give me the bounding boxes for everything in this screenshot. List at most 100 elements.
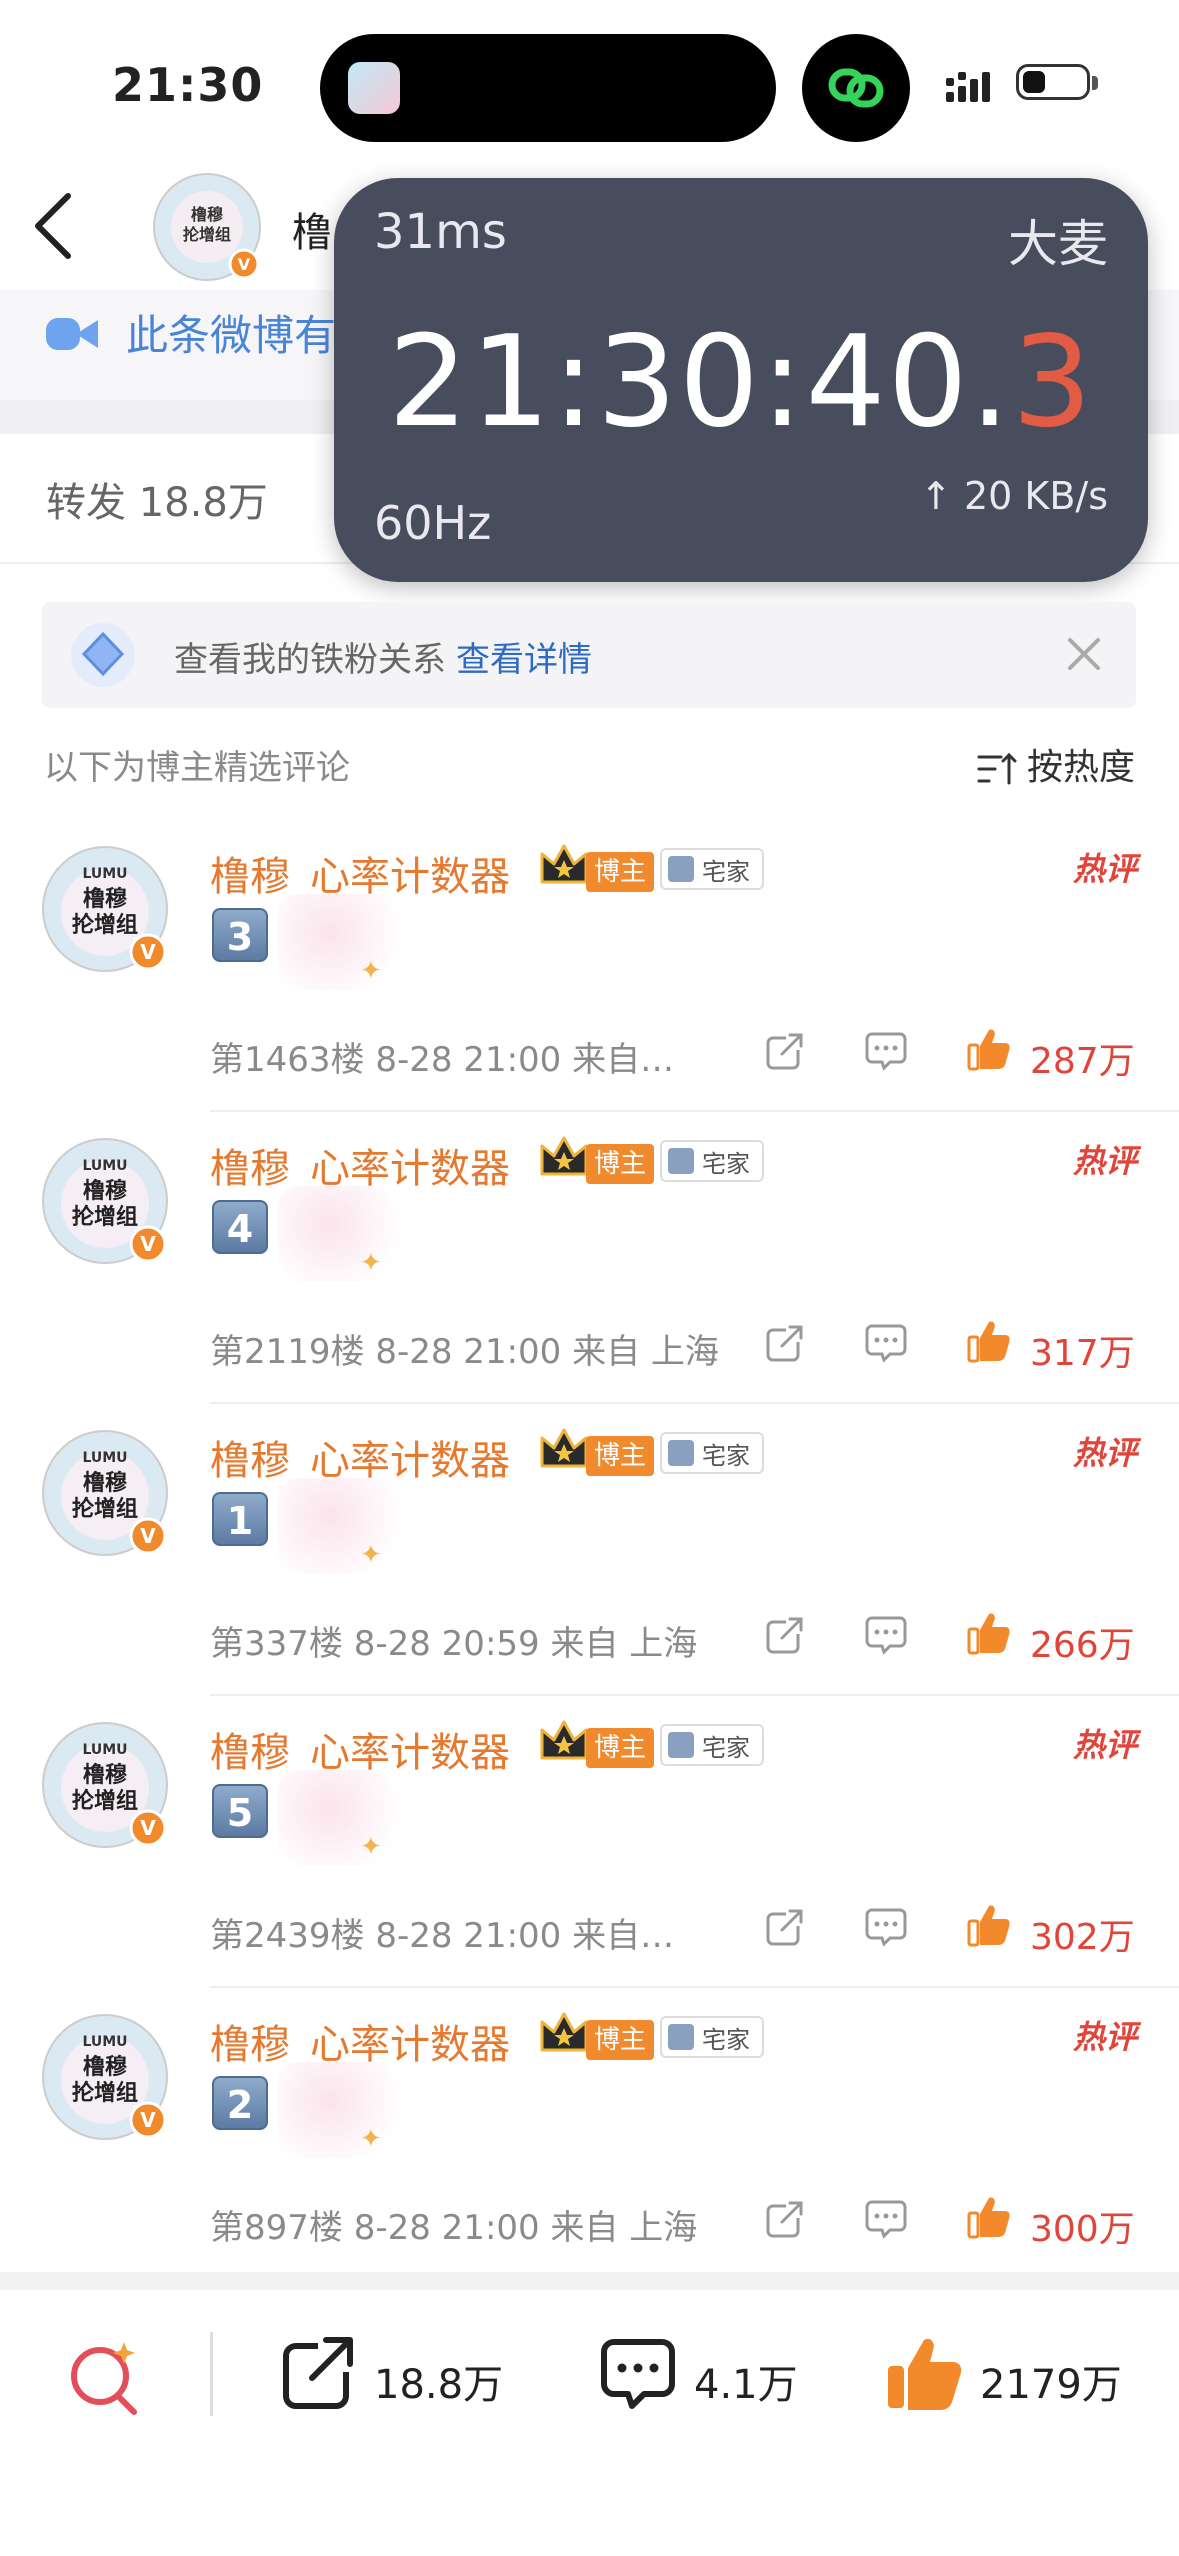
svg-text:橹穆: 橹穆 [83, 1178, 127, 1204]
close-icon[interactable] [1062, 632, 1106, 676]
status-bar: 21:30 [0, 0, 1179, 170]
comment-meta: 第1463楼 8-28 21:00 来自… [210, 1040, 675, 1080]
like-icon[interactable] [966, 1902, 1012, 1952]
blogger-badge: 博主 [586, 1728, 655, 1768]
svg-text:LUMU: LUMU [82, 1158, 127, 1174]
overlay-app-name: 大麦 [1008, 215, 1108, 273]
number-emoji: 2 [212, 2076, 268, 2130]
header-avatar[interactable]: 橹穆 抡增组 V [152, 172, 262, 282]
crown-icon [538, 840, 590, 892]
reply-icon[interactable] [864, 2198, 908, 2244]
like-count: 266万 [1030, 1625, 1135, 1666]
share-icon[interactable] [764, 1906, 806, 1952]
sticker-star-icon: ✦ [360, 1540, 382, 1570]
blogger-badge: 博主 [586, 1144, 655, 1184]
like-icon[interactable] [966, 1610, 1012, 1660]
dynamic-island[interactable] [320, 34, 776, 142]
svg-text:V: V [140, 2108, 156, 2132]
sticker-image[interactable] [278, 2062, 408, 2158]
commenter-avatar[interactable]: LUMU 橹穆 抡增组 V [40, 2012, 170, 2142]
overlay-clock-main: 21:30:40. [387, 308, 1012, 455]
like-count: 2179万 [980, 2362, 1122, 2408]
number-emoji: 1 [212, 1492, 268, 1546]
calendar-icon [668, 2024, 694, 2050]
calendar-icon [668, 1732, 694, 1758]
header-username[interactable]: 橹 [292, 200, 332, 258]
search-icon[interactable] [66, 2336, 146, 2420]
link-icon[interactable] [802, 34, 910, 142]
fans-link[interactable]: 查看详情 [456, 640, 592, 680]
clock-overlay[interactable]: 31ms 大麦 21:30:40.3 60Hz ↑ 20 KB/s [334, 178, 1148, 582]
sticker-star-icon: ✦ [360, 956, 382, 986]
sticker-star-icon: ✦ [360, 2124, 382, 2154]
svg-text:抡增组: 抡增组 [72, 1788, 138, 1814]
battery-tip [1092, 76, 1098, 90]
svg-text:V: V [140, 1524, 156, 1548]
bottom-gap [0, 2272, 1179, 2290]
commenter-avatar[interactable]: LUMU 橹穆 抡增组 V [40, 844, 170, 974]
comment-item[interactable]: LUMU 橹穆 抡增组 V 橹穆_心率计数器 博主 宅家 热评 5 ✦ 第2439楼 8-28 21… [0, 1696, 1179, 1988]
svg-text:橹穆: 橹穆 [191, 205, 223, 224]
like-count: 302万 [1030, 1917, 1135, 1958]
fans-text: 查看我的铁粉关系 查看详情 [174, 632, 592, 681]
home-badge: 宅家 [660, 848, 764, 890]
back-icon[interactable] [30, 190, 78, 262]
share-icon[interactable] [764, 2198, 806, 2244]
sticker-image[interactable] [278, 894, 408, 990]
signal-icon [946, 72, 990, 102]
share-icon[interactable] [764, 1614, 806, 1660]
reply-icon[interactable] [864, 1614, 908, 1660]
number-emoji: 4 [212, 1200, 268, 1254]
calendar-icon [668, 1440, 694, 1466]
commenter-avatar[interactable]: LUMU 橹穆 抡增组 V [40, 1428, 170, 1558]
svg-text:抡增组: 抡增组 [72, 912, 138, 938]
fans-card[interactable]: 查看我的铁粉关系 查看详情 [42, 602, 1136, 708]
comment-item[interactable]: LUMU 橹穆 抡增组 V 橹穆_心率计数器 博主 宅家 热评 4 ✦ 第2119楼 8-28 21… [0, 1112, 1179, 1404]
sticker-star-icon: ✦ [360, 1832, 382, 1862]
overlay-clock: 21:30:40.3 [334, 308, 1148, 455]
hot-comment-badge: 热评 [1072, 1726, 1137, 1764]
like-icon[interactable] [966, 2194, 1012, 2244]
repost-tab[interactable]: 转发 18.8万 [46, 470, 268, 528]
like-icon[interactable] [966, 1318, 1012, 1368]
share-icon[interactable] [764, 1030, 806, 1076]
svg-text:V: V [238, 255, 251, 274]
svg-text:LUMU: LUMU [82, 1450, 127, 1466]
comment-item[interactable]: LUMU 橹穆 抡增组 V 橹穆_心率计数器 博主 宅家 热评 1 ✦ 第337楼 8-28 20:… [0, 1404, 1179, 1696]
comment-button[interactable]: 4.1万 [598, 2332, 818, 2416]
like-button[interactable]: 2179万 [884, 2332, 1144, 2416]
repost-count: 18.8万 [374, 2362, 504, 2408]
comment-icon [601, 2339, 675, 2409]
home-badge: 宅家 [660, 1724, 764, 1766]
like-icon[interactable] [966, 1026, 1012, 1076]
svg-text:抡增组: 抡增组 [72, 2080, 138, 2106]
reply-icon[interactable] [864, 1322, 908, 1368]
commenter-avatar[interactable]: LUMU 橹穆 抡增组 V [40, 1720, 170, 1850]
share-icon [283, 2336, 356, 2409]
notice-text: 此条微博有 [126, 311, 337, 360]
share-icon[interactable] [764, 1322, 806, 1368]
sticker-image[interactable] [278, 1186, 408, 1282]
comment-item[interactable]: LUMU 橹穆 抡增组 V 橹穆_心率计数器 博主 宅家 热评 3 ✦ 第1463楼 8-28 21… [0, 820, 1179, 1112]
comment-meta: 第2439楼 8-28 21:00 来自… [210, 1916, 675, 1956]
comment-count: 4.1万 [694, 2362, 798, 2408]
sticker-image[interactable] [278, 1770, 408, 1866]
number-emoji: 5 [212, 1784, 268, 1838]
svg-text:LUMU: LUMU [82, 2034, 127, 2050]
repost-button[interactable]: 18.8万 [278, 2332, 508, 2416]
comment-item[interactable]: LUMU 橹穆 抡增组 V 橹穆_心率计数器 博主 宅家 热评 2 ✦ 第897楼 8-28 21:… [0, 1988, 1179, 2280]
svg-text:V: V [140, 1232, 156, 1256]
sort-button[interactable]: 按热度 [977, 738, 1135, 790]
home-badge: 宅家 [660, 1140, 764, 1182]
sticker-star-icon: ✦ [360, 1248, 382, 1278]
commenter-avatar[interactable]: LUMU 橹穆 抡增组 V [40, 1136, 170, 1266]
overlay-refresh-rate: 60Hz [374, 496, 492, 550]
reply-icon[interactable] [864, 1030, 908, 1076]
sticker-image[interactable] [278, 1478, 408, 1574]
overlay-clock-tenth: 3 [1011, 308, 1095, 455]
reply-icon[interactable] [864, 1906, 908, 1952]
svg-text:V: V [140, 940, 156, 964]
svg-text:橹穆: 橹穆 [83, 1470, 127, 1496]
like-count: 300万 [1030, 2209, 1135, 2250]
svg-text:抡增组: 抡增组 [72, 1204, 138, 1230]
